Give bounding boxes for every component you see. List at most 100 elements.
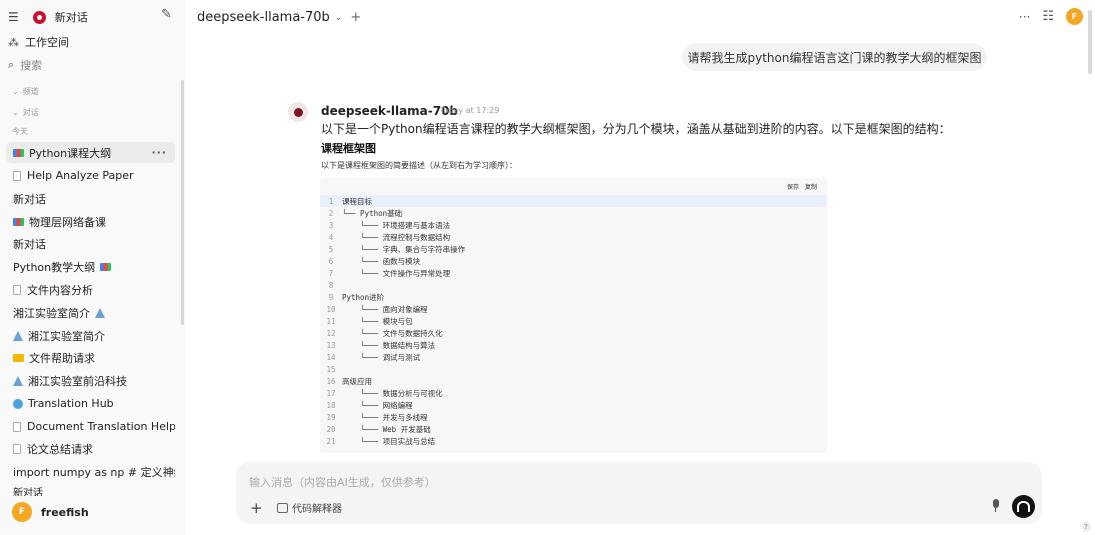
flask-icon bbox=[13, 330, 23, 341]
message-input[interactable]: 输入消息（内容由AI生成，仅供参考） bbox=[249, 474, 436, 490]
line-number: 4 bbox=[328, 232, 334, 242]
voice-mode-button[interactable] bbox=[1012, 495, 1035, 518]
code-text: └─── 文件操作与异常处理 bbox=[342, 268, 451, 278]
flask-icon bbox=[95, 307, 105, 318]
code-line: 2 └── Python基础 bbox=[320, 207, 827, 219]
code-text: └── Python基础 bbox=[342, 208, 403, 218]
chevron-down-icon: ⌄ bbox=[12, 108, 19, 117]
chat-item-label: 新对话 bbox=[13, 192, 46, 206]
line-number: 5 bbox=[328, 244, 334, 254]
chat-item-label: 论文总结请求 bbox=[27, 442, 93, 456]
books-icon bbox=[13, 217, 24, 226]
app-root: ☰ 新对话 ✎ ⁂ 工作空间 ⌕ 搜索 ⌄ 频道 ⌄ 对话 今天 Python课… bbox=[0, 0, 1095, 535]
code-text: └─── 函数与模块 bbox=[342, 256, 421, 266]
add-attachment-button[interactable]: + bbox=[250, 499, 263, 517]
chat-item[interactable]: Translation Hub bbox=[6, 393, 175, 414]
chat-item-label: Help Analyze Paper bbox=[27, 169, 134, 182]
assistant-description: 以下是课程框架图的简要描述（从左到右为学习顺序）： bbox=[321, 161, 517, 170]
books-icon bbox=[13, 148, 24, 157]
code-text: └─── 数据结构与算法 bbox=[342, 340, 436, 350]
chat-item[interactable]: 新对话 bbox=[6, 484, 175, 496]
avatar[interactable]: F bbox=[1066, 8, 1083, 25]
line-number: 2 bbox=[328, 208, 334, 218]
chat-item[interactable]: 新对话 bbox=[6, 233, 175, 254]
code-line: 18 └─── 网络编程 bbox=[320, 399, 827, 411]
chat-item[interactable]: Help Analyze Paper bbox=[6, 165, 175, 186]
code-text: └─── 并发与多线程 bbox=[342, 412, 428, 422]
line-number: 19 bbox=[326, 412, 336, 422]
code-text: └─── 面向对象编程 bbox=[342, 304, 428, 314]
header: deepseek-llama-70b ⌄ + ··· ☷ F bbox=[185, 0, 1095, 34]
chat-item[interactable]: 湘江实验室前沿科技 bbox=[6, 370, 175, 391]
sidebar-scrollbar[interactable] bbox=[181, 80, 184, 325]
save-code-button[interactable]: 保存 bbox=[787, 182, 799, 191]
chat-item[interactable]: 新对话 bbox=[6, 188, 175, 209]
channels-section[interactable]: ⌄ 频道 bbox=[12, 86, 39, 97]
code-line: 5 └─── 字典、集合与字符串操作 bbox=[320, 243, 827, 255]
chat-item[interactable]: 论文总结请求 bbox=[6, 438, 175, 459]
settings-sliders-icon[interactable]: ☷ bbox=[1042, 9, 1054, 24]
chevron-down-icon: ⌄ bbox=[334, 12, 343, 23]
code-text: └─── Web 开发基础 bbox=[342, 424, 431, 434]
line-number: 11 bbox=[326, 316, 336, 326]
workspace-label: 工作空间 bbox=[25, 36, 69, 49]
chat-item-python-course[interactable]: Python课程大纲 ··· bbox=[6, 142, 175, 163]
flask-icon bbox=[13, 375, 23, 386]
chat-item[interactable]: 文件内容分析 bbox=[6, 279, 175, 300]
chat-item[interactable]: 湘江实验室简介 bbox=[6, 302, 175, 323]
model-name: deepseek-llama-70b bbox=[197, 10, 330, 25]
add-model-button[interactable]: + bbox=[350, 10, 361, 25]
chat-item[interactable]: import numpy as np # 定义神经网 bbox=[6, 461, 175, 482]
workspace-link[interactable]: ⁂ 工作空间 bbox=[8, 34, 69, 50]
chat-item[interactable]: 物理层网络备课 bbox=[6, 211, 175, 232]
chat-item[interactable]: 湘江实验室简介 bbox=[6, 325, 175, 346]
more-options-icon[interactable]: ··· bbox=[151, 146, 167, 159]
chat-item-label: 湘江实验室简介 bbox=[28, 329, 105, 343]
user-profile[interactable]: F freefish bbox=[12, 502, 89, 522]
sidebar: ☰ 新对话 ✎ ⁂ 工作空间 ⌕ 搜索 ⌄ 频道 ⌄ 对话 今天 Python课… bbox=[0, 0, 185, 535]
microphone-icon[interactable] bbox=[991, 499, 1000, 513]
menu-icon[interactable]: ☰ bbox=[8, 10, 19, 24]
code-text: └─── 数据分析与可视化 bbox=[342, 388, 443, 398]
code-lines: 1 课程目标 2 └── Python基础 3 └─── 环境搭建与基本语法 4 └───… bbox=[320, 195, 827, 447]
copy-code-button[interactable]: 复制 bbox=[805, 182, 817, 191]
assistant-intro: 以下是一个Python编程语言课程的教学大纲框架图，分为几个模块，涵盖从基础到进… bbox=[321, 122, 951, 136]
search-link[interactable]: ⌕ 搜索 bbox=[8, 57, 42, 73]
code-text: └─── 字典、集合与字符串操作 bbox=[342, 244, 466, 254]
code-line: 15 bbox=[320, 363, 827, 375]
chat-item[interactable]: Python教学大纲 bbox=[6, 256, 175, 277]
code-line: 21 └─── 项目实战与总结 bbox=[320, 435, 827, 447]
code-line: 12 └─── 文件与数据持久化 bbox=[320, 327, 827, 339]
code-line: 17 └─── 数据分析与可视化 bbox=[320, 387, 827, 399]
message-timestamp: Today at 17:29 bbox=[440, 106, 500, 115]
assistant-name: deepseek-llama-70b bbox=[321, 104, 459, 118]
chats-section[interactable]: ⌄ 对话 bbox=[12, 107, 39, 118]
help-button[interactable]: ? bbox=[1081, 522, 1091, 532]
search-label: 搜索 bbox=[20, 59, 43, 72]
chat-item[interactable]: 文件帮助请求 bbox=[6, 347, 175, 368]
line-number: 21 bbox=[326, 436, 336, 446]
chat-item[interactable]: Document Translation Help bbox=[6, 416, 175, 437]
new-chat-label[interactable]: 新对话 bbox=[55, 9, 88, 25]
compose-icon[interactable]: ✎ bbox=[161, 7, 172, 22]
model-selector[interactable]: deepseek-llama-70b ⌄ + bbox=[197, 10, 361, 25]
code-interpreter-label: 代码解释器 bbox=[292, 504, 342, 515]
line-number: 3 bbox=[328, 220, 334, 230]
code-interpreter-toggle[interactable]: 代码解释器 bbox=[277, 500, 342, 515]
code-text: └─── 模块与包 bbox=[342, 316, 413, 326]
code-text: └─── 文件与数据持久化 bbox=[342, 328, 443, 338]
main-scrollbar[interactable] bbox=[1088, 10, 1092, 74]
line-number: 16 bbox=[326, 376, 336, 386]
line-number: 20 bbox=[326, 424, 336, 434]
user-message-text: 请帮我生成python编程语言这门课的教学大纲的框架图 bbox=[687, 50, 982, 65]
search-icon: ⌕ bbox=[8, 58, 15, 71]
chat-item-label: 湘江实验室前沿科技 bbox=[28, 374, 127, 388]
line-number: 17 bbox=[326, 388, 336, 398]
folder-icon bbox=[13, 353, 24, 362]
workspace-icon: ⁂ bbox=[8, 35, 19, 49]
more-icon[interactable]: ··· bbox=[1019, 10, 1030, 24]
line-number: 18 bbox=[326, 400, 336, 410]
user-name: freefish bbox=[41, 505, 89, 519]
assistant-avatar bbox=[288, 102, 308, 122]
code-line: 20 └─── Web 开发基础 bbox=[320, 423, 827, 435]
